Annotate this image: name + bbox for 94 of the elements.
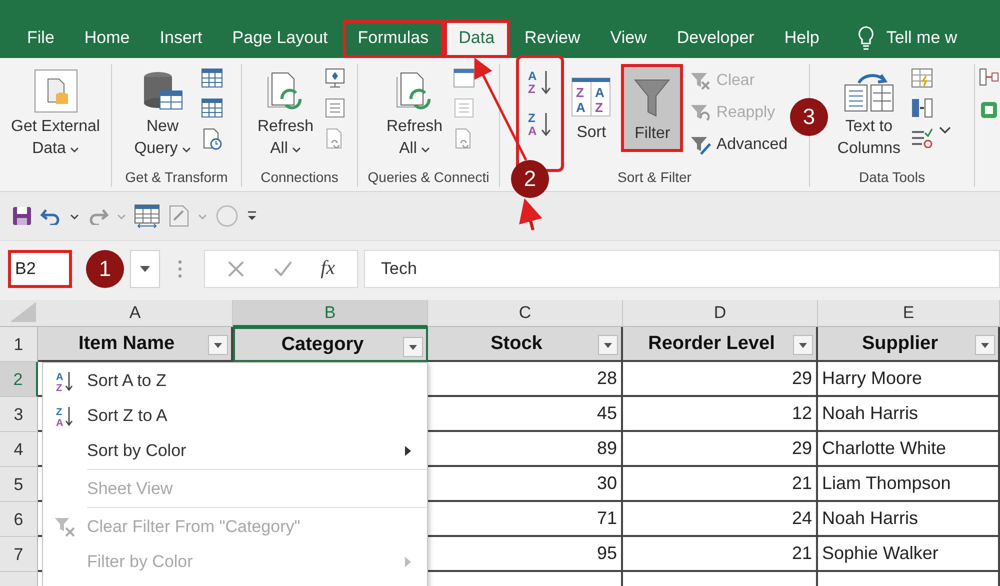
menu-item[interactable]: A Z Sort A to Z	[43, 363, 427, 398]
menu-item[interactable]: Sort by Color	[43, 433, 427, 468]
table-cell: 29	[623, 362, 818, 397]
clear-filter-icon	[689, 70, 712, 92]
group-label: Get & Transform	[125, 169, 228, 187]
ribbon-button[interactable]: Filter	[621, 64, 684, 152]
ribbon-tab[interactable]: Insert	[144, 20, 218, 58]
lightbulb-icon	[856, 25, 876, 51]
row-header[interactable]: 1	[0, 327, 38, 362]
annotation-arrow	[519, 198, 542, 230]
row-header[interactable]: 4	[0, 432, 38, 467]
customize-toolbar-icon[interactable]	[247, 210, 257, 222]
menu-item[interactable]: Z A Sort Z to A	[43, 398, 427, 433]
ribbon-button[interactable]: Refresh All	[382, 64, 447, 162]
column-header[interactable]: D	[623, 300, 818, 327]
filter-dropdown-icon[interactable]	[208, 335, 228, 355]
tell-me-search[interactable]: Tell me w	[886, 20, 958, 58]
table-icon	[452, 68, 475, 88]
column-header[interactable]: E	[818, 300, 1000, 327]
group-label: Sort & Filter	[618, 169, 692, 187]
undo-icon[interactable]	[40, 207, 62, 225]
group-label: Data Tools	[859, 169, 925, 187]
header-label: Reorder Level	[648, 332, 775, 354]
row-header[interactable]: 2	[0, 362, 38, 397]
ribbon-button[interactable]: Text to Columns	[833, 64, 905, 162]
table-cell: Liam Thompson	[818, 467, 1000, 502]
group-label: Queries & Connecti	[368, 169, 490, 187]
drag-handle-icon[interactable]	[178, 258, 182, 278]
table-cell: Noah Harris	[818, 397, 1000, 432]
column-header[interactable]: A	[38, 300, 233, 327]
table-cell: 21	[623, 537, 818, 572]
table-cell: 24	[623, 502, 818, 537]
ribbon-tab[interactable]: Home	[69, 20, 145, 58]
table-cell: Sophie Walker	[818, 537, 1000, 572]
column-header[interactable]: B	[233, 300, 428, 327]
row-header[interactable]: 7	[0, 537, 38, 572]
ribbon-tab[interactable]: Help	[769, 20, 834, 58]
group-label: Connections	[260, 169, 338, 187]
formula-input[interactable]: Tech	[364, 250, 1000, 288]
filter-dropdown-icon[interactable]	[793, 335, 813, 355]
list-icon	[324, 98, 346, 118]
list-icon	[452, 98, 475, 118]
flash-fill-icon[interactable]	[910, 68, 933, 88]
row-header[interactable]: 6	[0, 502, 38, 537]
data-validation-icon[interactable]	[910, 128, 933, 148]
header-label: Supplier	[862, 332, 938, 354]
table-icon	[200, 98, 223, 118]
advanced-filter-icon	[689, 134, 712, 156]
table-cell: Harry Moore	[818, 362, 1000, 397]
ribbon-button[interactable]: New Query	[130, 64, 195, 162]
ribbon-button[interactable]: Get External Data	[7, 64, 104, 162]
relationships-icon[interactable]	[979, 68, 999, 86]
save-icon[interactable]	[12, 206, 32, 226]
ribbon-tab[interactable]: View	[595, 20, 662, 58]
name-box-dropdown[interactable]	[130, 250, 160, 288]
caret-icon	[70, 212, 79, 220]
ribbon-button[interactable]: Advanced	[689, 130, 790, 160]
table-cell: Noah Harris	[818, 502, 1000, 537]
name-box[interactable]: B2	[8, 250, 72, 288]
row-header[interactable]: 5	[0, 467, 38, 502]
step-number-marker: 1	[86, 250, 124, 288]
table-cell: 21	[623, 467, 818, 502]
caret-icon	[117, 212, 126, 220]
header-label: Category	[281, 334, 364, 356]
column-header[interactable]: C	[428, 300, 623, 327]
clear-filter-icon	[54, 516, 76, 538]
table-cell: Charlotte White	[818, 432, 1000, 467]
ribbon-button[interactable]: Z A A Z Sort	[567, 70, 616, 146]
insert-function-button[interactable]: fx	[320, 257, 336, 280]
ribbon-tab[interactable]: Developer	[662, 20, 770, 58]
document-icon	[34, 69, 78, 113]
ribbon-tab[interactable]: Page Layout	[217, 20, 343, 58]
remove-duplicates-icon[interactable]	[910, 98, 933, 118]
filter-dropdown-icon[interactable]	[598, 335, 618, 355]
clock-document-icon	[200, 128, 223, 150]
row-header[interactable]: 3	[0, 397, 38, 432]
dropdown-arrow-icon	[140, 266, 150, 272]
ribbon-button[interactable]: Refresh All	[253, 64, 318, 162]
table-icon[interactable]	[134, 204, 160, 228]
filter-dropdown-icon[interactable]	[975, 335, 995, 355]
data-model-icon[interactable]	[979, 100, 999, 120]
header-label: Item Name	[78, 332, 175, 354]
ribbon-tab[interactable]: Review	[510, 20, 596, 58]
ribbon-tab[interactable]: Formulas	[342, 20, 444, 58]
caret-icon	[198, 212, 207, 220]
header-label: Stock	[490, 332, 542, 354]
ribbon-tab[interactable]: Data	[444, 20, 510, 58]
table-icon	[200, 68, 223, 88]
sort-icon: Z A A Z	[571, 77, 612, 117]
table-cell: 29	[623, 432, 818, 467]
ribbon-tab[interactable]: File	[12, 20, 70, 58]
filter-dropdown-icon[interactable]	[403, 337, 423, 357]
table-cell: 12	[623, 397, 818, 432]
caret-icon[interactable]	[938, 126, 951, 134]
